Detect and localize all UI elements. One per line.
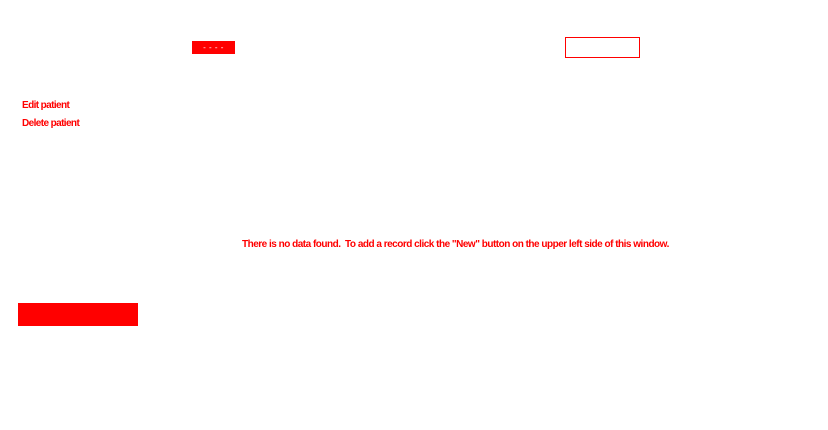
toolbar-button-label: - - - -: [203, 43, 224, 52]
edit-patient-link[interactable]: Edit patient: [22, 97, 79, 115]
action-button[interactable]: [18, 303, 138, 326]
search-input[interactable]: [565, 37, 640, 58]
toolbar-button[interactable]: - - - -: [192, 41, 235, 54]
empty-state-message: There is no data found. To add a record …: [242, 239, 669, 250]
delete-patient-link[interactable]: Delete patient: [22, 115, 80, 133]
action-menu: Edit patient Delete patient: [22, 97, 80, 133]
